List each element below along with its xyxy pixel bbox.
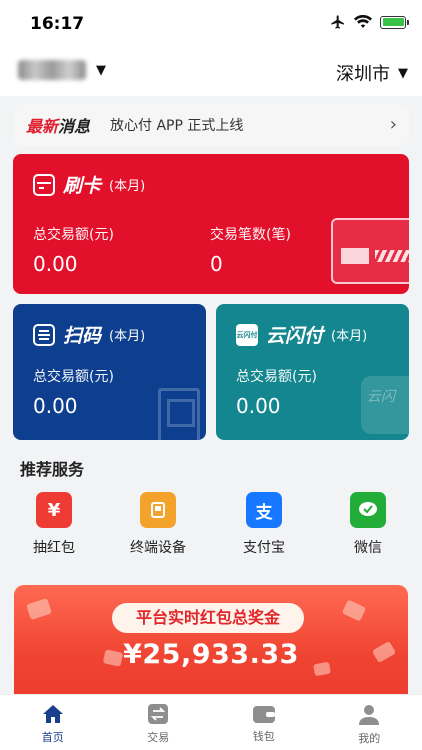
unionpay-card[interactable]: 云闪付 云闪付 (本月) 总交易额(元) 0.00 云闪 <box>216 304 409 440</box>
unionpay-amount-label: 总交易额(元) <box>236 369 317 385</box>
service-wechat[interactable]: 微信 <box>323 492 413 557</box>
wechat-icon <box>350 492 386 528</box>
swipe-card-title: 刷卡 (本月) <box>33 171 145 198</box>
service-label: 终端设备 <box>130 540 186 556</box>
swipe-count-value: 0 <box>210 252 223 276</box>
alipay-icon: 支 <box>246 492 282 528</box>
bank-card-decoration <box>331 218 409 284</box>
banner-amount: ¥25,933.33 <box>123 639 299 670</box>
status-time: 16:17 <box>30 14 85 34</box>
unionpay-card-title: 云闪付 云闪付 (本月) <box>236 321 367 348</box>
top-header: ▼ 深圳市 ▼ <box>0 46 422 96</box>
tab-home[interactable]: 首页 <box>0 695 106 750</box>
tab-wallet[interactable]: 钱包 <box>211 695 317 750</box>
unionpay-card-name: 云闪付 <box>266 325 324 347</box>
tab-label: 我的 <box>358 732 381 745</box>
caret-down-icon: ▼ <box>398 65 408 81</box>
envelope-decoration <box>341 599 367 622</box>
unionpay-amount-value: 0.00 <box>236 394 281 418</box>
red-envelope-icon: ¥ <box>36 492 72 528</box>
tab-profile[interactable]: 我的 <box>317 695 422 750</box>
tab-transactions[interactable]: 交易 <box>106 695 212 750</box>
scan-code-icon <box>33 323 55 346</box>
profile-icon <box>359 705 380 725</box>
service-alipay[interactable]: 支 支付宝 <box>219 492 309 557</box>
unionpay-card-period: (本月) <box>331 329 368 344</box>
exchange-icon <box>148 704 169 724</box>
services-title: 推荐服务 <box>20 460 85 479</box>
chevron-right-icon: › <box>389 114 397 135</box>
wifi-icon <box>354 15 372 28</box>
wallet-icon <box>252 706 275 723</box>
service-label: 微信 <box>354 540 382 556</box>
tab-label: 交易 <box>147 731 170 744</box>
scan-card-period: (本月) <box>109 329 146 344</box>
unionpay-decoration: 云闪 <box>361 376 409 434</box>
city-label: 深圳市 <box>336 64 390 85</box>
tab-label: 首页 <box>41 731 64 744</box>
home-icon <box>42 705 63 723</box>
swipe-card-name: 刷卡 <box>63 175 102 197</box>
airplane-icon <box>331 15 344 29</box>
device-icon <box>140 492 176 528</box>
scan-card-title: 扫码 (本月) <box>33 321 145 348</box>
news-bar[interactable]: 最新消息 放心付 APP 正式上线 › <box>13 104 409 146</box>
service-label: 支付宝 <box>243 540 285 556</box>
swipe-count-label: 交易笔数(笔) <box>210 227 291 243</box>
red-packet-banner[interactable]: 平台实时红包总奖金 ¥25,933.33 <box>14 585 408 700</box>
envelope-decoration <box>26 597 52 621</box>
news-text: 放心付 APP 正式上线 <box>110 118 244 134</box>
status-bar: 16:17 <box>0 0 422 46</box>
swipe-amount-label: 总交易额(元) <box>33 227 114 243</box>
service-red-envelope[interactable]: ¥ 抽红包 <box>9 492 99 557</box>
bottom-tab-bar: 首页 交易 钱包 我的 <box>0 694 422 750</box>
qr-decoration <box>158 388 200 440</box>
services-grid: ¥ 抽红包 终端设备 支 支付宝 微信 <box>0 492 422 562</box>
unionpay-logo: 云闪付 <box>236 323 258 346</box>
news-tag: 最新消息 <box>26 117 91 136</box>
service-terminal-device[interactable]: 终端设备 <box>113 492 203 557</box>
banner-title: 平台实时红包总奖金 <box>112 603 304 633</box>
swipe-amount-value: 0.00 <box>33 252 78 276</box>
scan-amount-label: 总交易额(元) <box>33 369 114 385</box>
city-selector[interactable]: 深圳市 ▼ <box>336 60 408 86</box>
scan-amount-value: 0.00 <box>33 394 78 418</box>
swipe-card-period: (本月) <box>109 179 146 194</box>
swipe-card[interactable]: 刷卡 (本月) 总交易额(元) 0.00 交易笔数(笔) 0 <box>13 154 409 294</box>
battery-icon <box>380 15 409 29</box>
status-icons <box>330 14 409 30</box>
merchant-selector[interactable]: ▼ <box>18 60 106 80</box>
tab-label: 钱包 <box>252 730 275 743</box>
merchant-name-blurred <box>18 60 86 80</box>
scan-card[interactable]: 扫码 (本月) 总交易额(元) 0.00 <box>13 304 206 440</box>
card-icon <box>33 173 55 196</box>
service-label: 抽红包 <box>33 540 75 556</box>
scan-card-name: 扫码 <box>63 325 102 347</box>
caret-down-icon: ▼ <box>96 62 106 78</box>
